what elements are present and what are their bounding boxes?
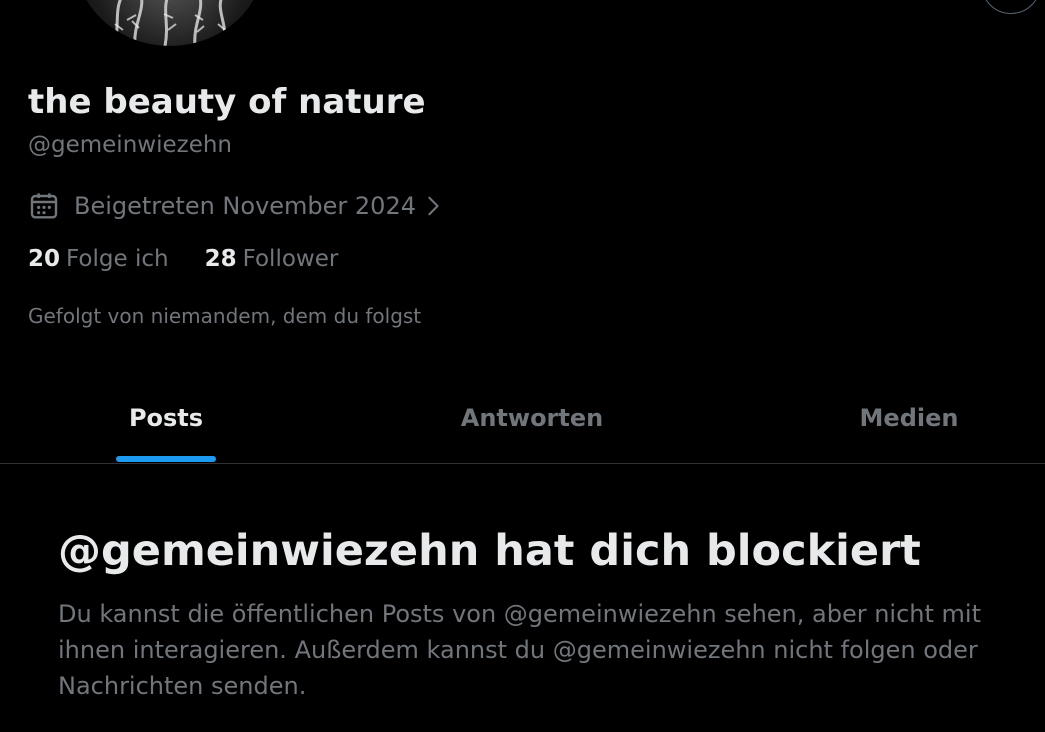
active-tab-indicator: [116, 456, 216, 462]
tab-label: Posts: [128, 403, 204, 432]
profile-tabs: Posts Antworten Medien: [0, 372, 1045, 464]
more-options-button[interactable]: [981, 0, 1041, 14]
avatar[interactable]: [75, 0, 265, 46]
followed-by-text: Gefolgt von niemandem, dem du folgst: [28, 304, 422, 328]
calendar-icon: [30, 193, 58, 219]
tab-posts[interactable]: Posts: [0, 372, 332, 463]
following-label: Folge ich: [66, 246, 169, 272]
tab-label: Antworten: [460, 403, 604, 432]
profile-handle: @gemeinwiezehn: [28, 132, 233, 158]
tab-label: Medien: [859, 403, 959, 432]
blocked-message: Du kannst die öffentlichen Posts von @ge…: [58, 600, 981, 700]
tab-antworten[interactable]: Antworten: [332, 372, 732, 463]
followers-link[interactable]: 28 Follower: [205, 246, 339, 272]
following-link[interactable]: 20 Folge ich: [28, 246, 169, 272]
display-name: the beauty of nature: [28, 82, 426, 122]
followers-count: 28: [204, 246, 237, 272]
blocked-heading: @gemeinwiezehn hat dich blockiert: [58, 526, 921, 576]
profile-stats: 20 Folge ich 28 Follower: [28, 246, 374, 272]
chevron-right-icon: [428, 196, 439, 216]
tab-medien[interactable]: Medien: [775, 372, 1043, 463]
joined-label: Beigetreten November 2024: [74, 192, 416, 220]
avatar-image: [113, 0, 227, 46]
joined-date[interactable]: Beigetreten November 2024: [28, 186, 444, 226]
following-count: 20: [28, 246, 61, 272]
followers-label: Follower: [242, 246, 339, 272]
